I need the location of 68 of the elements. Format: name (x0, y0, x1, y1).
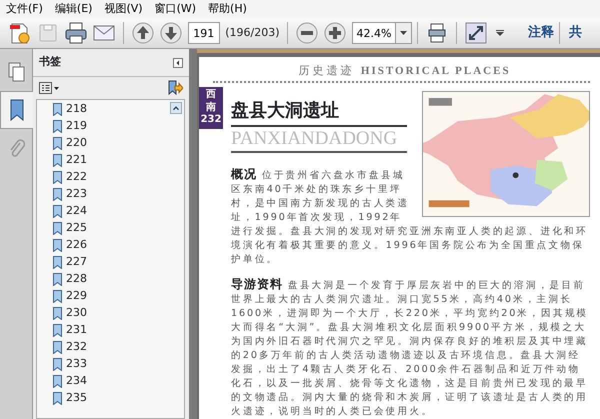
bookmark-item[interactable]: 226 (66, 237, 87, 254)
page-number-field[interactable]: 191 (188, 22, 220, 44)
bookmark-icon (53, 324, 62, 337)
bookmark-icon (53, 273, 62, 286)
bookmark-icon (53, 222, 62, 235)
bookmark-item[interactable]: 228 (66, 271, 87, 288)
pages-icon (8, 62, 26, 82)
bookmark-item[interactable]: 235 (66, 390, 87, 407)
bookmark-item[interactable]: 224 (66, 203, 87, 220)
bookmark-item[interactable]: 230 (66, 305, 87, 322)
bookmark-icon (53, 120, 62, 133)
print-icon[interactable] (64, 21, 88, 45)
menu-item[interactable]: 窗口(W) (148, 0, 202, 18)
bookmark-item[interactable]: 227 (66, 254, 87, 271)
bookmark-icon (53, 307, 62, 320)
bookmark-item[interactable]: 232 (66, 339, 87, 356)
bookmark-icon (53, 375, 62, 388)
article-paragraph: 概况 位于贵州省六盘水市盘县城区东南40千米处的珠东乡十里坪村，是中国南方新发现的古人类遗址，1990年首次发现，1992年进行发掘。盘县大洞的发现对研究亚洲东南亚人类的起源、进化和环境演化有着极其重要的意义。1996年国务院公布为全国重点文物保护单位。 (231, 167, 589, 267)
bookmark-icon (53, 392, 62, 405)
bookmark-icon (53, 239, 62, 252)
article-title: 盘县大洞遗址 (231, 97, 407, 128)
zoom-dropdown-button[interactable] (396, 22, 412, 44)
zoom-field[interactable]: 42.4% (352, 22, 396, 44)
paperclip-icon (8, 138, 24, 158)
bookmark-icon (53, 171, 62, 184)
create-document-icon[interactable] (8, 21, 32, 45)
bookmark-icon (53, 137, 62, 150)
bookmark-icon (53, 358, 62, 371)
article-paragraph: 导游资料 盘县大洞是一个发育于厚层灰岩中的巨大的溶洞，是目前世界上最大的古人类洞穴遗址。洞口宽55米，高约40米，主洞长1600米，进洞即为一个大厅，长220米，平均宽约20米，因其规模大而得名“大洞”。盘县大洞堆积文化层面积9900平方米，规模之大为国内外旧石器时代洞穴之罕见。洞内保存良好的堆积层及其中埋藏的20多万年前的古人类活动遗物遗迹以及古环境信息。盘县大洞经发掘，出土了4颗古人类牙化石、2000余件石器制品和近万件动物化石，以及一批炭屑、烧骨等文化遗物，这是目前贵州已发现的最早的文物遗品。洞内大量的烧骨和木炭屑，证明了该遗址是古人类的用火遗迹，说明当时的人类已会使用火。 (231, 277, 590, 419)
comment-button[interactable]: 注释 (528, 23, 554, 43)
dropdown-caret-icon[interactable] (496, 30, 504, 36)
bookmark-arrow-icon[interactable] (167, 80, 183, 96)
menu-item[interactable]: 帮助(H) (202, 0, 253, 18)
bookmark-item[interactable]: 234 (66, 373, 87, 390)
page-header: 历史遗迹 HISTORICAL PLACES (297, 62, 512, 79)
share-button[interactable]: 共 (569, 23, 582, 43)
caret-icon (400, 31, 408, 35)
menu-item[interactable]: 文件(F) (0, 0, 49, 18)
bookmark-item[interactable]: 223 (66, 186, 87, 203)
bookmark-item[interactable]: 231 (66, 322, 87, 339)
bookmark-item[interactable]: 229 (66, 288, 87, 305)
bookmark-icon (53, 154, 62, 167)
panel-title: 书签 (39, 54, 61, 70)
options-icon[interactable] (39, 82, 59, 94)
bookmark-item[interactable]: 219 (66, 118, 87, 135)
bookmark-item[interactable]: 218 (66, 101, 87, 118)
collapse-icon[interactable] (173, 58, 183, 68)
menu-item[interactable]: 视图(V) (98, 0, 149, 18)
bookmark-item[interactable]: 221 (66, 152, 87, 169)
page-count: (196/203) (225, 24, 280, 41)
bookmark-icon (53, 205, 62, 218)
bookmark-icon (10, 99, 24, 121)
expand-icon[interactable] (464, 21, 488, 45)
zoom-in-icon[interactable] (323, 21, 348, 45)
article-subtitle: PANXIANDADONG (231, 127, 407, 153)
scroll-up-icon[interactable] (170, 102, 182, 114)
bookmark-icon (53, 188, 62, 201)
bookmark-icon (53, 103, 62, 116)
bookmark-item[interactable]: 220 (66, 135, 87, 152)
bookmark-item[interactable]: 233 (66, 356, 87, 373)
bookmark-item[interactable]: 225 (66, 220, 87, 237)
menu-item[interactable]: 编辑(E) (48, 0, 98, 18)
zoom-out-icon[interactable] (295, 21, 320, 45)
bookmark-icon (53, 341, 62, 354)
bookmark-icon (53, 290, 62, 303)
bookmark-item[interactable]: 222 (66, 169, 87, 186)
side-panel-tab[interactable] (0, 91, 33, 129)
bookmark-icon (53, 256, 62, 269)
